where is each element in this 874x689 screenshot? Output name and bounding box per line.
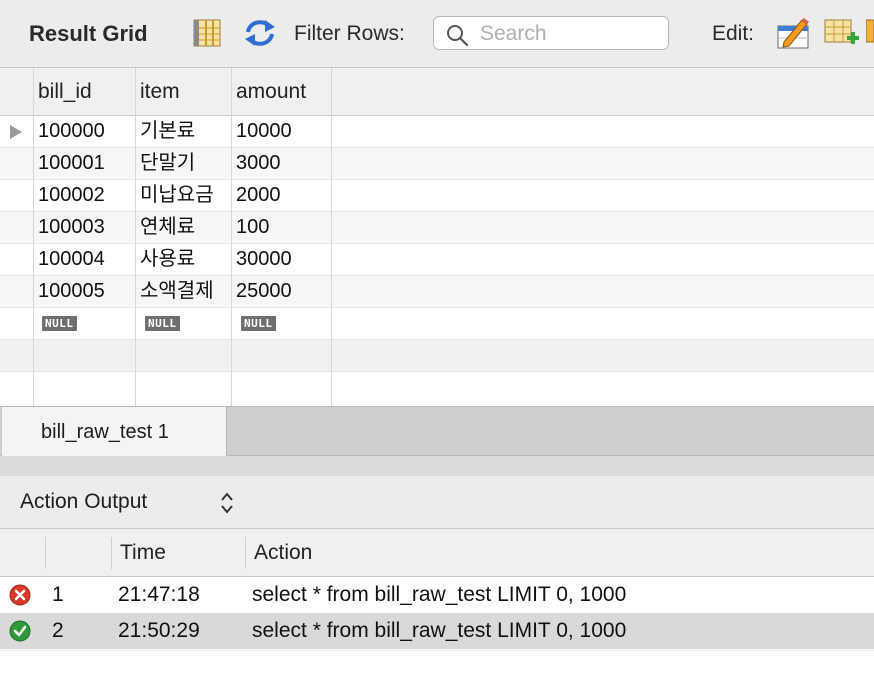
edit-cell-icon[interactable] — [776, 16, 812, 50]
output-empty-area — [0, 650, 874, 689]
column-header-bill-id[interactable]: bill_id — [33, 68, 135, 116]
cell-bill-id[interactable]: 100004 — [33, 244, 105, 275]
refresh-icon[interactable] — [243, 18, 277, 48]
cell-bill-id[interactable]: 100001 — [33, 148, 105, 179]
column-divider[interactable] — [245, 537, 246, 569]
column-divider[interactable] — [135, 68, 136, 406]
output-table-header: Time Action — [0, 529, 874, 577]
chevron-updown-icon[interactable] — [220, 491, 234, 515]
cell-item[interactable]: 단말기 — [135, 148, 195, 179]
cell-item[interactable]: 사용료 — [135, 244, 195, 275]
column-divider[interactable] — [33, 68, 34, 406]
table-row[interactable]: 100005 소액결제 25000 — [0, 276, 874, 308]
empty-row — [0, 340, 874, 372]
cell-item[interactable]: 기본료 — [135, 116, 195, 147]
table-row[interactable]: 100001 단말기 3000 — [0, 148, 874, 180]
grid-header: bill_id item amount — [0, 68, 874, 116]
result-tab-strip: bill_raw_test 1 — [0, 406, 874, 457]
column-header-amount[interactable]: amount — [231, 68, 331, 116]
output-action: select * from bill_raw_test LIMIT 0, 100… — [252, 619, 627, 642]
search-icon — [447, 25, 469, 47]
column-divider[interactable] — [111, 537, 112, 569]
null-badge[interactable]: NULL — [145, 316, 180, 331]
filter-search-box[interactable] — [433, 16, 669, 50]
cell-item[interactable]: 소액결제 — [135, 276, 214, 307]
current-row-marker-icon — [10, 125, 22, 139]
column-header-item[interactable]: item — [135, 68, 231, 116]
cell-bill-id[interactable]: 100000 — [33, 116, 105, 147]
result-grid-title: Result Grid — [29, 21, 148, 46]
cell-amount[interactable]: 25000 — [231, 276, 292, 307]
search-input[interactable] — [478, 20, 667, 48]
output-row[interactable]: 2 21:50:29 select * from bill_raw_test L… — [0, 613, 874, 649]
output-type-select[interactable]: Action Output — [20, 490, 147, 514]
filter-rows-label: Filter Rows: — [294, 22, 405, 45]
column-divider[interactable] — [45, 537, 46, 569]
cell-amount[interactable]: 30000 — [231, 244, 292, 275]
column-divider[interactable] — [331, 68, 332, 406]
empty-row — [0, 372, 874, 404]
cell-item[interactable]: 연체료 — [135, 212, 195, 243]
table-row[interactable]: 100003 연체료 100 — [0, 212, 874, 244]
new-row[interactable]: NULL NULL NULL — [0, 308, 874, 340]
column-header-action[interactable]: Action — [245, 529, 845, 577]
delete-row-icon[interactable] — [866, 18, 874, 48]
tab-bill-raw-test-1[interactable]: bill_raw_test 1 — [2, 407, 227, 457]
output-row[interactable]: 1 21:47:18 select * from bill_raw_test L… — [0, 577, 874, 613]
cell-bill-id[interactable]: 100002 — [33, 180, 105, 211]
output-header: Action Output — [0, 476, 874, 529]
null-badge[interactable]: NULL — [42, 316, 77, 331]
column-divider[interactable] — [231, 68, 232, 406]
output-index: 2 — [52, 619, 64, 642]
column-header-time[interactable]: Time — [111, 529, 245, 577]
output-index: 1 — [52, 583, 64, 606]
cell-amount[interactable]: 3000 — [231, 148, 281, 179]
output-time: 21:50:29 — [118, 619, 200, 642]
success-check-icon — [9, 620, 31, 642]
add-row-icon[interactable] — [824, 18, 860, 48]
error-icon — [9, 584, 31, 606]
cell-amount[interactable]: 10000 — [231, 116, 292, 147]
column-header-index[interactable] — [45, 529, 111, 577]
table-row[interactable]: 100004 사용료 30000 — [0, 244, 874, 276]
output-time: 21:47:18 — [118, 583, 200, 606]
edit-label: Edit: — [712, 22, 755, 45]
column-layout-icon[interactable] — [193, 19, 221, 47]
cell-amount[interactable]: 2000 — [231, 180, 281, 211]
cell-amount[interactable]: 100 — [231, 212, 269, 243]
result-grid[interactable]: bill_id item amount 100000 기본료 10000 100… — [0, 68, 874, 406]
table-row[interactable]: 100002 미납요금 2000 — [0, 180, 874, 212]
null-badge[interactable]: NULL — [241, 316, 276, 331]
column-header-status[interactable] — [0, 529, 45, 577]
table-row[interactable]: 100000 기본료 10000 — [0, 116, 874, 148]
cell-bill-id[interactable]: 100003 — [33, 212, 105, 243]
result-grid-toolbar: Result Grid Filter Rows: Edit: — [0, 0, 874, 68]
cell-bill-id[interactable]: 100005 — [33, 276, 105, 307]
cell-item[interactable]: 미납요금 — [135, 180, 214, 211]
panel-splitter[interactable] — [0, 456, 874, 476]
output-action: select * from bill_raw_test LIMIT 0, 100… — [252, 583, 627, 606]
